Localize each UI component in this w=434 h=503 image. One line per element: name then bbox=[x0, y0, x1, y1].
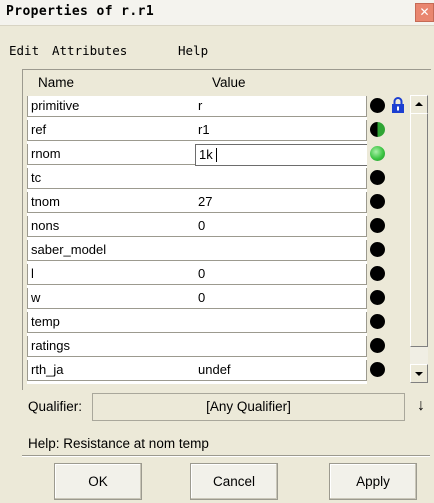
property-name-cell[interactable]: temp bbox=[27, 312, 196, 333]
status-indicator-icon[interactable] bbox=[370, 122, 385, 137]
cancel-button[interactable]: Cancel bbox=[190, 463, 278, 500]
property-value-field[interactable]: 27 bbox=[195, 192, 367, 213]
separator bbox=[22, 455, 430, 457]
close-button[interactable]: ✕ bbox=[415, 3, 434, 22]
scroll-up-arrow-icon bbox=[415, 102, 423, 106]
property-name-cell[interactable]: primitive bbox=[27, 96, 196, 117]
property-name: primitive bbox=[31, 98, 80, 113]
status-indicator-icon[interactable] bbox=[370, 146, 385, 161]
table-row[interactable]: ratings bbox=[27, 336, 367, 357]
menu-attributes[interactable]: Attributes bbox=[52, 43, 127, 58]
property-value-field[interactable] bbox=[195, 168, 367, 189]
column-header-name: Name bbox=[38, 75, 75, 90]
property-value: 0 bbox=[198, 290, 206, 305]
status-indicator-icon[interactable] bbox=[370, 290, 385, 305]
property-value: 0 bbox=[198, 266, 206, 281]
qualifier-value: [Any Qualifier] bbox=[206, 399, 291, 414]
table-row[interactable]: tnom 27 bbox=[27, 192, 367, 213]
property-name-cell[interactable]: tc bbox=[27, 168, 196, 189]
property-name-cell[interactable]: rnom bbox=[27, 144, 196, 165]
table-row[interactable]: primitive r bbox=[27, 96, 367, 117]
status-indicator-icon[interactable] bbox=[370, 338, 385, 353]
properties-dialog: Properties of r.r1 ✕ Edit Attributes Hel… bbox=[0, 0, 434, 503]
property-value-field[interactable]: undef bbox=[195, 360, 367, 381]
property-value: undef bbox=[198, 362, 231, 377]
menu-help[interactable]: Help bbox=[178, 43, 208, 58]
down-arrow-icon[interactable]: ↓ bbox=[411, 394, 431, 418]
property-value: 1k bbox=[199, 147, 213, 162]
property-name-cell[interactable]: w bbox=[27, 288, 196, 309]
property-name: tc bbox=[31, 170, 42, 185]
menu-edit[interactable]: Edit bbox=[9, 43, 39, 58]
property-value-field[interactable]: 0 bbox=[195, 264, 367, 285]
property-name-cell[interactable]: rth_ja bbox=[27, 360, 196, 381]
table-row[interactable]: temp bbox=[27, 312, 367, 333]
property-name: l bbox=[31, 266, 34, 281]
table-row[interactable]: tc bbox=[27, 168, 367, 189]
status-indicator-icon[interactable] bbox=[370, 314, 385, 329]
status-indicator-icon[interactable] bbox=[370, 242, 385, 257]
help-text: Help: Resistance at nom temp bbox=[28, 436, 209, 451]
lock-icon[interactable] bbox=[391, 97, 405, 113]
table-row[interactable]: rth_ja undef bbox=[27, 360, 367, 381]
property-value: r bbox=[198, 98, 203, 113]
status-indicator-icon[interactable] bbox=[370, 194, 385, 209]
qualifier-label: Qualifier: bbox=[28, 399, 83, 414]
property-name-cell[interactable]: nons bbox=[27, 216, 196, 237]
column-header-value: Value bbox=[212, 75, 246, 90]
status-indicator-icon[interactable] bbox=[370, 218, 385, 233]
property-name-cell[interactable]: tnom bbox=[27, 192, 196, 213]
apply-button[interactable]: Apply bbox=[329, 463, 417, 500]
property-value: 0 bbox=[198, 218, 206, 233]
property-value-field[interactable] bbox=[195, 240, 367, 261]
table-row[interactable]: nons 0 bbox=[27, 216, 367, 237]
scroll-up-button[interactable] bbox=[410, 95, 428, 114]
property-name-cell[interactable]: saber_model bbox=[27, 240, 196, 261]
table-row[interactable]: rnom 1k bbox=[27, 144, 367, 166]
property-name: tnom bbox=[31, 194, 60, 209]
qualifier-dropdown[interactable]: [Any Qualifier] bbox=[92, 393, 405, 421]
window-title: Properties of r.r1 bbox=[6, 4, 155, 19]
property-value-field[interactable]: 0 bbox=[195, 216, 367, 237]
property-value-field[interactable]: 0 bbox=[195, 288, 367, 309]
title-bar[interactable]: Properties of r.r1 ✕ bbox=[0, 0, 434, 26]
table-row[interactable]: ref r1 bbox=[27, 120, 367, 141]
property-name: ref bbox=[31, 122, 47, 137]
table-row[interactable]: w0 bbox=[27, 288, 367, 309]
status-indicator-icon[interactable] bbox=[370, 170, 385, 185]
property-value-field[interactable]: r bbox=[195, 96, 367, 117]
property-name: rnom bbox=[31, 146, 61, 161]
table-row[interactable]: l0 bbox=[27, 264, 367, 285]
property-value: 27 bbox=[198, 194, 213, 209]
property-value: r1 bbox=[198, 122, 210, 137]
property-value-field[interactable] bbox=[195, 312, 367, 333]
text-caret bbox=[216, 148, 217, 162]
status-indicator-icon[interactable] bbox=[370, 266, 385, 281]
property-name-cell[interactable]: ref bbox=[27, 120, 196, 141]
property-name: temp bbox=[31, 314, 60, 329]
scroll-down-button[interactable] bbox=[410, 364, 428, 383]
property-value-field[interactable]: 1k bbox=[195, 144, 367, 166]
property-value-field[interactable]: r1 bbox=[195, 120, 367, 141]
property-value-field[interactable] bbox=[195, 336, 367, 357]
ok-button[interactable]: OK bbox=[54, 463, 142, 500]
table-row[interactable]: saber_model bbox=[27, 240, 367, 261]
property-name: ratings bbox=[31, 338, 71, 353]
property-name: w bbox=[31, 290, 41, 305]
properties-table: primitive r ref r1 rnom 1k tc tnom 27 nons 0 saber_… bbox=[27, 96, 367, 384]
status-indicator-icon[interactable] bbox=[370, 98, 385, 113]
property-name-cell[interactable]: l bbox=[27, 264, 196, 285]
property-name: rth_ja bbox=[31, 362, 64, 377]
status-indicator-icon[interactable] bbox=[370, 362, 385, 377]
scroll-down-arrow-icon bbox=[415, 372, 423, 376]
property-name: nons bbox=[31, 218, 60, 233]
property-name-cell[interactable]: ratings bbox=[27, 336, 196, 357]
scroll-thumb[interactable] bbox=[410, 113, 428, 347]
properties-scrollbar[interactable] bbox=[410, 95, 428, 383]
property-name: saber_model bbox=[31, 242, 107, 257]
